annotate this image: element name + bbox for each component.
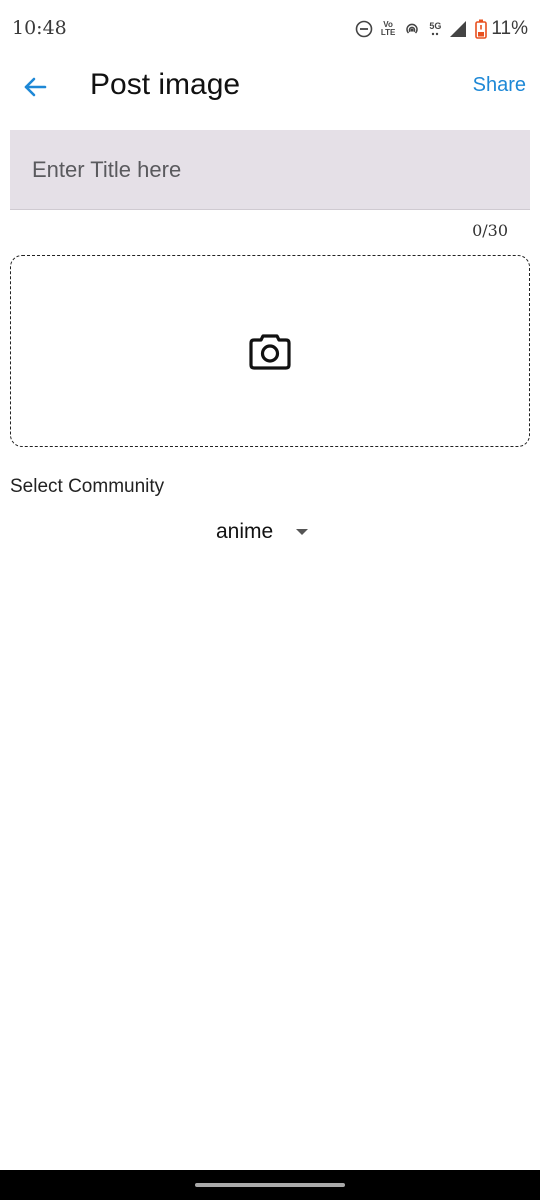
hotspot-icon	[403, 20, 421, 38]
title-input[interactable]	[10, 130, 530, 209]
char-counter: 0/30	[472, 221, 508, 240]
community-selected-value: anime	[216, 520, 274, 543]
signal-icon	[449, 20, 467, 38]
caret-down-icon	[296, 529, 309, 535]
volte-label-bottom: LTE	[380, 28, 396, 37]
network-type-icon: 5G	[429, 20, 442, 37]
image-picker[interactable]	[10, 255, 530, 447]
title-field	[10, 130, 530, 210]
arrow-left-icon	[24, 77, 47, 97]
status-bar: 10:48 Vo LTE 5G 11%	[0, 0, 540, 58]
system-nav-bar	[0, 1170, 540, 1200]
share-button[interactable]: Share	[473, 74, 526, 97]
community-dropdown[interactable]: anime	[216, 518, 309, 546]
dnd-icon	[355, 20, 373, 38]
home-indicator[interactable]	[195, 1183, 345, 1187]
page-title: Post image	[90, 68, 241, 101]
app-bar: Post image Share	[0, 58, 540, 114]
community-label: Select Community	[10, 476, 165, 497]
camera-icon	[249, 334, 291, 370]
network-label: 5G	[429, 20, 442, 31]
battery-icon	[475, 19, 488, 39]
back-button[interactable]	[18, 70, 52, 104]
volte-icon: Vo LTE	[381, 21, 396, 37]
screen: 10:48 Vo LTE 5G 11% Post image Share Ent…	[0, 0, 540, 1200]
status-icons: Vo LTE 5G 11%	[355, 16, 528, 42]
status-time: 10:48	[12, 17, 67, 39]
battery-percent: 11%	[491, 18, 528, 39]
